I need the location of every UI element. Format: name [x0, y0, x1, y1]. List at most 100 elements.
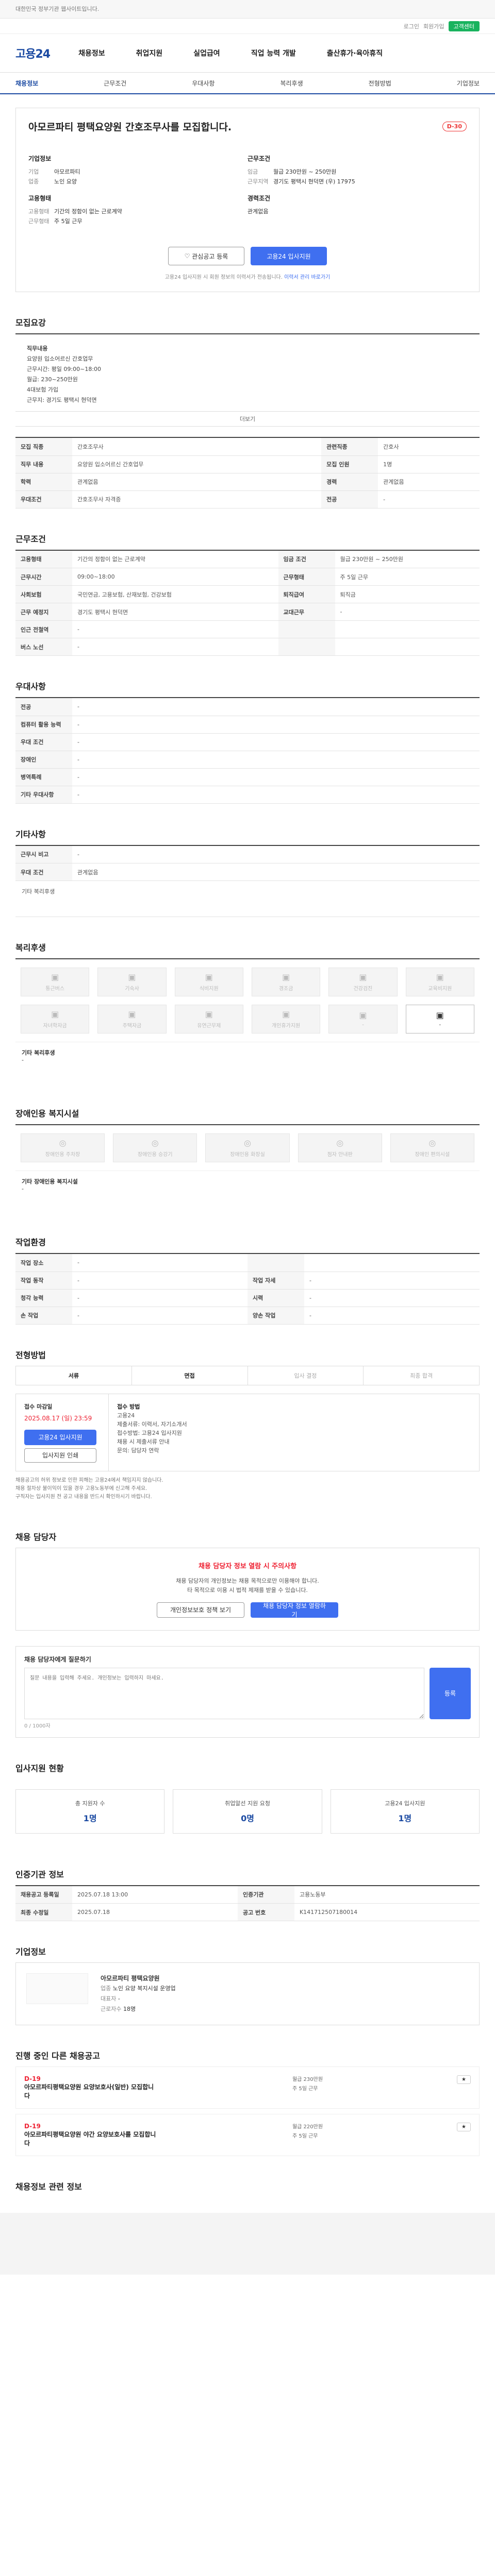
- related-meta-line: 월급 230만원: [292, 2077, 323, 2082]
- row-value: -: [72, 1289, 248, 1307]
- row-value: -: [304, 1272, 480, 1290]
- detail-box: 직무내용 요양원 입소어르신 간호업무 근무시간: 평일 09:00~18:00…: [15, 333, 480, 427]
- welfare-icon: ▣: [51, 1009, 59, 1019]
- row-value: -: [72, 751, 480, 769]
- welfare-icon: ▣: [128, 972, 136, 982]
- table-row: 최종 수정일 2025.07.18 공고 번호 K141712507180014: [15, 1903, 480, 1921]
- row-key: 작업 동작: [15, 1272, 72, 1290]
- row-value: 주 5일 근무: [335, 568, 480, 586]
- step-item: 서류: [16, 1366, 132, 1385]
- company-box: 아모르파티 평택요양원 업종 노인 요양 복지시설 운영업 대표자 - 근로자수…: [15, 1962, 480, 2025]
- util-bar: 로그인 회원가입 고객센터: [0, 19, 495, 34]
- row-key: 퇴직급여: [278, 585, 335, 603]
- row-value: [335, 638, 480, 656]
- tab-proc[interactable]: 전형방법: [369, 79, 391, 88]
- tab-welfare[interactable]: 복리후생: [280, 79, 303, 88]
- ask-title: 채용 담당자에게 질문하기: [24, 1655, 91, 1663]
- table-row: 기타 우대사항 -: [15, 786, 480, 804]
- detail-line: 4대보험 가입: [27, 386, 59, 393]
- signup-link[interactable]: 회원가입: [423, 22, 444, 30]
- row-value: [335, 620, 480, 638]
- row-value: -: [72, 1254, 248, 1272]
- welfare-item: ▣ 주택자금: [97, 1005, 167, 1033]
- login-link[interactable]: 로그인: [404, 22, 419, 30]
- row-value: 고용노동부: [294, 1886, 480, 1904]
- kv-key: 기업: [28, 168, 39, 175]
- section-tabs: 채용정보 근무조건 우대사항 복리후생 전형방법 기업정보: [0, 72, 495, 94]
- kv-key: 고용형태: [28, 208, 50, 215]
- welfare-label: 교육비지원: [428, 986, 452, 992]
- gov-banner: 대한민국 정부기관 웹사이트입니다.: [0, 0, 495, 19]
- manager-warning-title: 채용 담당자 정보 열람 시 주의사항: [198, 1562, 297, 1570]
- related-item[interactable]: D-19 아모르파티평택요양원 야간 요양보호사를 모집합니다 월급 220만원 주…: [15, 2114, 480, 2156]
- kv-val: 관계없음: [248, 208, 269, 215]
- proc-title: 전형방법: [15, 1350, 46, 1360]
- kv-key: 근로자수: [101, 2006, 122, 2012]
- disab-label: 점자 안내판: [327, 1152, 353, 1158]
- tab-pref[interactable]: 우대사항: [192, 79, 214, 88]
- row-key: 고용형태: [15, 550, 72, 568]
- main-nav: 채용정보 취업지원 실업급여 직업 능력 개발 출산휴가·육아휴직: [78, 48, 383, 58]
- nav-item[interactable]: 채용정보: [78, 48, 105, 58]
- step-item: 최종 합격: [410, 1372, 433, 1379]
- welfare-label: 경조금: [278, 986, 293, 992]
- btn-label: 관심공고 등록: [192, 252, 228, 260]
- logo[interactable]: 고용24: [15, 45, 51, 61]
- facility-icon: ◎: [428, 1138, 436, 1148]
- apply-button[interactable]: 고용24 입사지원: [251, 247, 327, 265]
- table-row: 버스 노선 -: [15, 638, 480, 656]
- row-value: 2025.07.18 13:00: [72, 1886, 238, 1904]
- related-meta-line: 월급 220만원: [292, 2124, 323, 2130]
- row-value: 1명: [378, 455, 480, 473]
- regist-title: 인증기관 정보: [15, 1869, 64, 1879]
- nav-item[interactable]: 출산휴가·육아휴직: [327, 48, 383, 58]
- row-value: -: [72, 638, 278, 656]
- table-row: 인근 전철역 -: [15, 620, 480, 638]
- tab-cond[interactable]: 근무조건: [104, 79, 126, 88]
- row-key: [248, 1254, 304, 1272]
- welfare-icon: ▣: [436, 972, 444, 982]
- welfare-item: ▣ 건강검진: [328, 968, 398, 996]
- detail-line: 요양원 입소어르신 간호업무: [27, 355, 93, 362]
- dday-badge: D-30: [442, 122, 467, 131]
- deadline-label: 접수 마감일: [24, 1403, 53, 1410]
- stat-value: 0명: [241, 1813, 254, 1823]
- row-key: 인증기관: [237, 1886, 294, 1904]
- row-value: 관계없음: [72, 473, 322, 491]
- question-textarea[interactable]: [24, 1667, 424, 1719]
- apply-button-2[interactable]: 고용24 입사지원: [24, 1429, 96, 1445]
- row-key: 병역특례: [15, 768, 72, 786]
- related-list: D-19 아모르파티평택요양원 요양보호사(일반) 모집합니다 월급 230만원 주…: [15, 2066, 480, 2156]
- career-label: 경력조건: [248, 195, 271, 202]
- welfare-item: ▣ 식비지원: [174, 968, 243, 996]
- tab-recruit[interactable]: 채용정보: [15, 79, 38, 88]
- proc-steps: 서류 면접 입사 결정 최종 합격: [15, 1365, 480, 1385]
- privacy-button[interactable]: 개인정보보호 정책 보기: [157, 1602, 244, 1618]
- interest-button[interactable]: ♡ 관심공고 등록: [168, 247, 244, 265]
- welfare-icon: ▣: [359, 972, 367, 982]
- nav-item[interactable]: 실업급여: [193, 48, 220, 58]
- scrap-button[interactable]: ★: [457, 2075, 471, 2084]
- nav-item[interactable]: 직업 능력 개발: [251, 48, 296, 58]
- welfare-item: ▣ 개인휴가지원: [251, 1005, 321, 1033]
- nav-item[interactable]: 취업지원: [136, 48, 163, 58]
- env-table: 작업 장소 - 작업 동작 - 작업 자세 - 청각 능력 - 시력 - 손 작업 - 양손 작업 -: [15, 1253, 480, 1325]
- footer-title: 채용정보 관련 정보: [15, 2182, 82, 2192]
- submit-question-button[interactable]: 등록: [430, 1667, 471, 1719]
- view-manager-button[interactable]: 채용 담당자 정보 열람하기: [251, 1602, 338, 1618]
- row-key: 손 작업: [15, 1307, 72, 1325]
- print-button[interactable]: 입사지원 인쇄: [24, 1448, 96, 1463]
- row-value: -: [378, 490, 480, 509]
- help-button[interactable]: 고객센터: [448, 21, 480, 31]
- welfare-icon: ▣: [282, 972, 290, 982]
- kv-val: 경기도 평택시 현덕면 (우) 17975: [273, 178, 355, 185]
- related-item[interactable]: D-19 아모르파티평택요양원 요양보호사(일반) 모집합니다 월급 230만원 주…: [15, 2066, 480, 2109]
- scrap-button[interactable]: ★: [457, 2123, 471, 2131]
- tab-company[interactable]: 기업정보: [457, 79, 480, 88]
- facility-icon: ◎: [336, 1138, 344, 1148]
- row-key: 인근 전철역: [15, 620, 72, 638]
- more-button[interactable]: 더보기: [15, 412, 480, 427]
- row-value: 국민연금, 고용보험, 산재보험, 건강보험: [72, 585, 278, 603]
- table-row: 직무 내용 요양원 입소어르신 간호업무 모집 인원 1명: [15, 455, 480, 473]
- resume-link[interactable]: 이력서 관리 바로가기: [284, 275, 330, 280]
